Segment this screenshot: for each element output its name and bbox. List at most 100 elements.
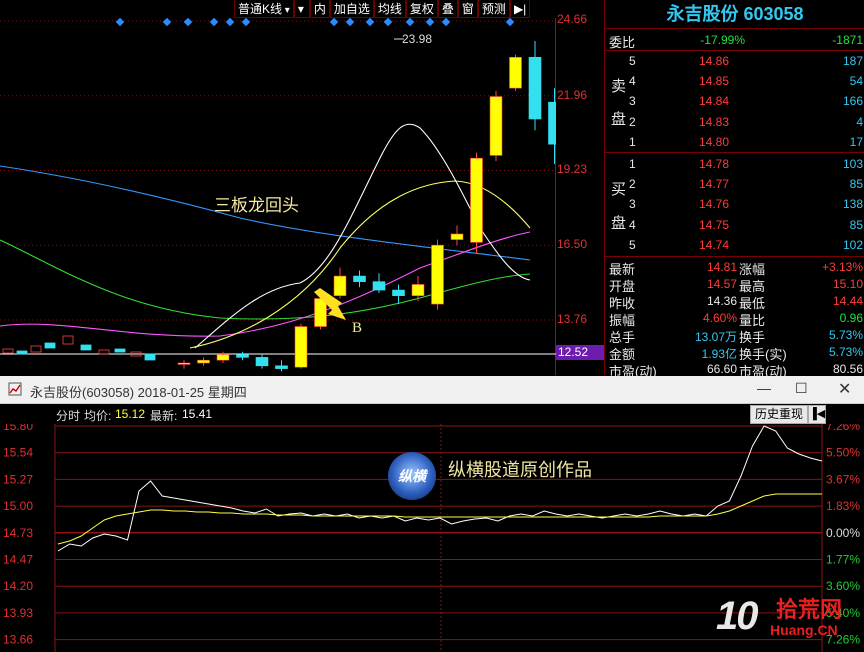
- candle-body[interactable]: [44, 342, 56, 349]
- order-level: 2: [629, 177, 636, 192]
- candle-body[interactable]: [62, 335, 74, 345]
- candle-body[interactable]: [431, 244, 444, 305]
- candle-body[interactable]: [255, 357, 269, 367]
- right-axis-label: 7.26%: [826, 424, 860, 433]
- weibi-pct: -17.99%: [700, 33, 745, 47]
- buy-order-row[interactable]: 4 14.75 85: [605, 215, 864, 235]
- candle-body[interactable]: [236, 354, 249, 358]
- current-price-tag: 12.52: [556, 345, 604, 360]
- event-marker-icon[interactable]: [365, 18, 375, 27]
- left-axis-label: 13.93: [3, 606, 33, 620]
- divider: [605, 28, 864, 29]
- candle-body[interactable]: [548, 101, 557, 145]
- candle-body[interactable]: [16, 350, 28, 355]
- order-volume: 85: [849, 177, 863, 192]
- sell-order-row[interactable]: 2 14.83 4: [605, 112, 864, 132]
- stat-value: 80.56: [832, 362, 863, 376]
- event-marker-icon[interactable]: [441, 18, 451, 27]
- candle-body[interactable]: [275, 365, 288, 369]
- candle-body[interactable]: [197, 359, 210, 364]
- toolbar-button[interactable]: 普通K线: [234, 0, 294, 18]
- window-titlebar[interactable]: 永吉股份(603058) 2018-01-25 星期四 — ☐ ✕: [0, 376, 864, 404]
- candle-body[interactable]: [177, 362, 191, 365]
- toolbar-button[interactable]: ▶|: [509, 0, 531, 18]
- candle-body[interactable]: [2, 348, 14, 354]
- candle-body[interactable]: [294, 326, 308, 368]
- event-marker-icon[interactable]: [329, 18, 339, 27]
- intraday-window[interactable]: 永吉股份(603058) 2018-01-25 星期四 — ☐ ✕ 分时 均价:…: [0, 376, 864, 652]
- stat-value: 66.60: [706, 362, 737, 376]
- event-marker-icon[interactable]: [241, 18, 251, 27]
- order-price: 14.76: [699, 197, 730, 212]
- candle-body[interactable]: [411, 284, 425, 296]
- order-price: 14.83: [699, 114, 730, 129]
- sell-label-1: 卖: [611, 78, 627, 95]
- candle-body[interactable]: [216, 354, 230, 361]
- buy-order-row[interactable]: 5 14.74 102: [605, 235, 864, 255]
- toolbar-button[interactable]: 叠: [437, 0, 458, 18]
- close-button[interactable]: ✕: [838, 379, 851, 399]
- buy-order-row[interactable]: 2 14.77 85: [605, 174, 864, 194]
- buy-order-row[interactable]: 1 14.78 103: [605, 154, 864, 174]
- candle-body[interactable]: [333, 275, 347, 296]
- candle-body[interactable]: [509, 56, 522, 89]
- toolbar-button[interactable]: 加自选: [329, 0, 374, 18]
- order-level: 4: [629, 74, 636, 89]
- sell-order-row[interactable]: 3 14.84 166: [605, 91, 864, 111]
- kline-chart[interactable]: 23.98 三板龙回头 B: [0, 18, 556, 375]
- candle-body[interactable]: [98, 349, 110, 355]
- event-marker-icon[interactable]: [345, 18, 355, 27]
- pattern-annotation: 三板龙回头: [214, 196, 299, 216]
- order-level: 1: [629, 157, 636, 171]
- toolbar-button[interactable]: 内: [309, 0, 330, 18]
- candle-body[interactable]: [114, 348, 126, 353]
- event-marker-icon[interactable]: [183, 18, 193, 27]
- candle-body[interactable]: [372, 281, 386, 291]
- candle-body[interactable]: [450, 233, 464, 240]
- high-price-marker: 23.98: [402, 32, 432, 46]
- order-price: 14.74: [699, 237, 730, 252]
- candle-body[interactable]: [353, 275, 366, 282]
- toolbar-button[interactable]: 预测: [477, 0, 510, 18]
- order-level: 2: [629, 114, 636, 129]
- event-marker-icon[interactable]: [425, 18, 435, 27]
- skip-back-icon[interactable]: ▐◀: [808, 405, 826, 424]
- candle-body[interactable]: [144, 353, 156, 361]
- maximize-button[interactable]: ☐: [795, 380, 808, 397]
- price-axis-label: 21.96: [557, 88, 588, 102]
- toolbar-button[interactable]: 复权: [405, 0, 438, 18]
- event-marker-icon[interactable]: [225, 18, 235, 27]
- candle-body[interactable]: [30, 345, 42, 353]
- candle-body[interactable]: [528, 56, 542, 120]
- left-axis-label: 13.66: [3, 633, 33, 647]
- event-marker-icon[interactable]: [383, 18, 393, 27]
- sell-order-row[interactable]: 1 14.80 17: [605, 132, 864, 152]
- brand-number: 10: [716, 594, 758, 638]
- order-volume: 54: [849, 74, 863, 89]
- dropdown-arrow-icon[interactable]: ▾: [293, 0, 310, 18]
- stat-value: 14.44: [832, 294, 863, 308]
- toolbar-button[interactable]: 均线: [373, 0, 406, 18]
- order-level: 1: [629, 134, 636, 149]
- sell-order-row[interactable]: 5 14.86 187: [605, 51, 864, 71]
- history-replay-button[interactable]: 历史重现: [750, 405, 809, 424]
- price-axis-label: 16.50: [557, 237, 588, 251]
- buy-order-row[interactable]: 3 14.76 138: [605, 194, 864, 214]
- minimize-button[interactable]: —: [757, 380, 771, 396]
- toolbar-button[interactable]: 窗: [457, 0, 478, 18]
- event-marker-icon[interactable]: [209, 18, 219, 27]
- sell-order-row[interactable]: 4 14.85 54: [605, 71, 864, 91]
- event-marker-icon[interactable]: [405, 18, 415, 27]
- weibi-label: 委比: [609, 35, 636, 50]
- event-marker-icon[interactable]: [162, 18, 172, 27]
- average-price-line: [57, 493, 822, 545]
- buy-label-1: 买: [611, 181, 627, 198]
- candle-body[interactable]: [470, 157, 483, 243]
- event-marker-icon[interactable]: [505, 18, 515, 27]
- quote-panel: 永吉股份 603058 委比 -17.99% -1871 5 14.86 187 4 1…: [604, 0, 864, 379]
- order-volume: 138: [842, 197, 863, 212]
- event-marker-icon[interactable]: [115, 18, 125, 27]
- candle-body[interactable]: [392, 289, 405, 296]
- candle-body[interactable]: [489, 96, 503, 156]
- candle-body[interactable]: [80, 344, 92, 351]
